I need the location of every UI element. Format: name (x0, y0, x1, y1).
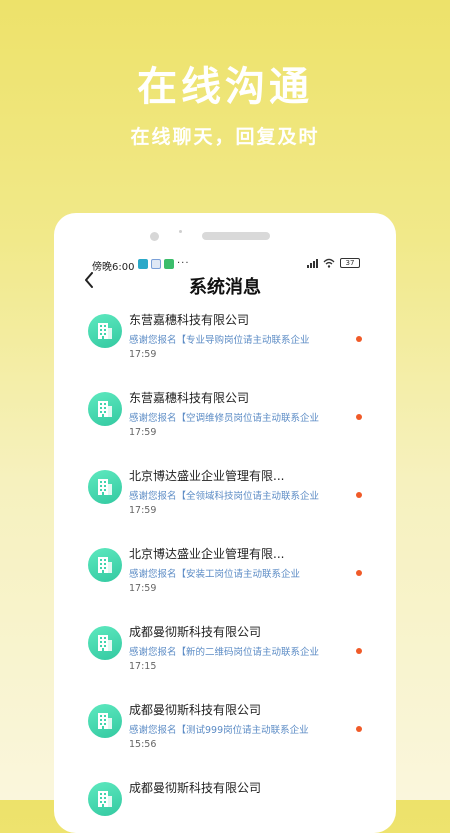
message-preview: 感谢您报名【空调维修员岗位请主动联系企业 (129, 413, 320, 424)
gear-notification-icon (151, 258, 161, 269)
company-building-icon (88, 704, 122, 738)
message-time: 17:59 (129, 349, 157, 360)
message-time: 17:59 (129, 583, 157, 594)
unread-dot (356, 726, 362, 732)
company-building-icon (88, 470, 122, 504)
status-notification-icons: ··· (138, 258, 190, 269)
message-time: 17:59 (129, 427, 157, 438)
message-time: 17:59 (129, 505, 157, 516)
unread-dot (356, 492, 362, 498)
unread-dot (356, 570, 362, 576)
message-list: 东营嘉穗科技有限公司 感谢您报名【专业导购岗位请主动联系企业 17:59 东营嘉… (54, 311, 396, 833)
status-bar: 傍晚6:00 ··· 37 (92, 258, 360, 273)
message-item[interactable]: 北京博达盛业企业管理有限... 感谢您报名【全领域科技岗位请主动联系企业 17:… (54, 467, 396, 545)
company-building-icon (88, 314, 122, 348)
message-company-name: 东营嘉穗科技有限公司 (129, 391, 250, 405)
page-title: 系统消息 (189, 277, 261, 298)
message-preview: 感谢您报名【安装工岗位请主动联系企业 (129, 569, 301, 580)
phone-mockup: 傍晚6:00 ··· 37 系统消息 东营嘉穗科技有限公司 感谢您报名【专业导购… (54, 213, 396, 833)
unread-dot (356, 414, 362, 420)
message-preview: 感谢您报名【专业导购岗位请主动联系企业 (129, 335, 310, 346)
message-preview: 感谢您报名【全领域科技岗位请主动联系企业 (129, 491, 320, 502)
unread-dot (356, 648, 362, 654)
message-company-name: 成都曼彻斯科技有限公司 (129, 625, 262, 639)
message-item[interactable]: 东营嘉穗科技有限公司 感谢您报名【专业导购岗位请主动联系企业 17:59 (54, 311, 396, 389)
unread-dot (356, 336, 362, 342)
more-notifications-icon: ··· (177, 258, 190, 269)
camera-icon (150, 232, 159, 241)
message-item[interactable]: 成都曼彻斯科技有限公司 感谢您报名【新的二维码岗位请主动联系企业 17:15 (54, 623, 396, 701)
status-system-icons: 37 (307, 258, 360, 268)
message-company-name: 北京博达盛业企业管理有限... (129, 469, 285, 483)
signal-icon (307, 258, 318, 268)
company-building-icon (88, 392, 122, 426)
company-building-icon (88, 626, 122, 660)
message-item[interactable]: 北京博达盛业企业管理有限... 感谢您报名【安装工岗位请主动联系企业 17:59 (54, 545, 396, 623)
sensor-icon (179, 230, 182, 233)
promo-title: 在线沟通 (137, 64, 313, 110)
message-time: 15:56 (129, 739, 157, 750)
message-company-name: 东营嘉穗科技有限公司 (129, 313, 250, 327)
message-company-name: 成都曼彻斯科技有限公司 (129, 781, 262, 795)
message-time: 17:15 (129, 661, 157, 672)
battery-icon: 37 (340, 258, 360, 268)
message-item[interactable]: 成都曼彻斯科技有限公司 感谢您报名【测试999岗位请主动联系企业 15:56 (54, 701, 396, 779)
app-notification-icon (138, 258, 148, 269)
company-building-icon (88, 782, 122, 816)
message-company-name: 北京博达盛业企业管理有限... (129, 547, 285, 561)
company-building-icon (88, 548, 122, 582)
message-item[interactable]: 成都曼彻斯科技有限公司 (54, 779, 396, 833)
message-preview: 感谢您报名【测试999岗位请主动联系企业 (129, 725, 309, 736)
message-company-name: 成都曼彻斯科技有限公司 (129, 703, 262, 717)
download-notification-icon (164, 258, 174, 269)
message-preview: 感谢您报名【新的二维码岗位请主动联系企业 (129, 647, 320, 658)
message-item[interactable]: 东营嘉穗科技有限公司 感谢您报名【空调维修员岗位请主动联系企业 17:59 (54, 389, 396, 467)
wifi-icon (323, 258, 335, 268)
speaker-grille (202, 232, 270, 240)
promo-subtitle: 在线聊天，回复及时 (130, 126, 320, 148)
